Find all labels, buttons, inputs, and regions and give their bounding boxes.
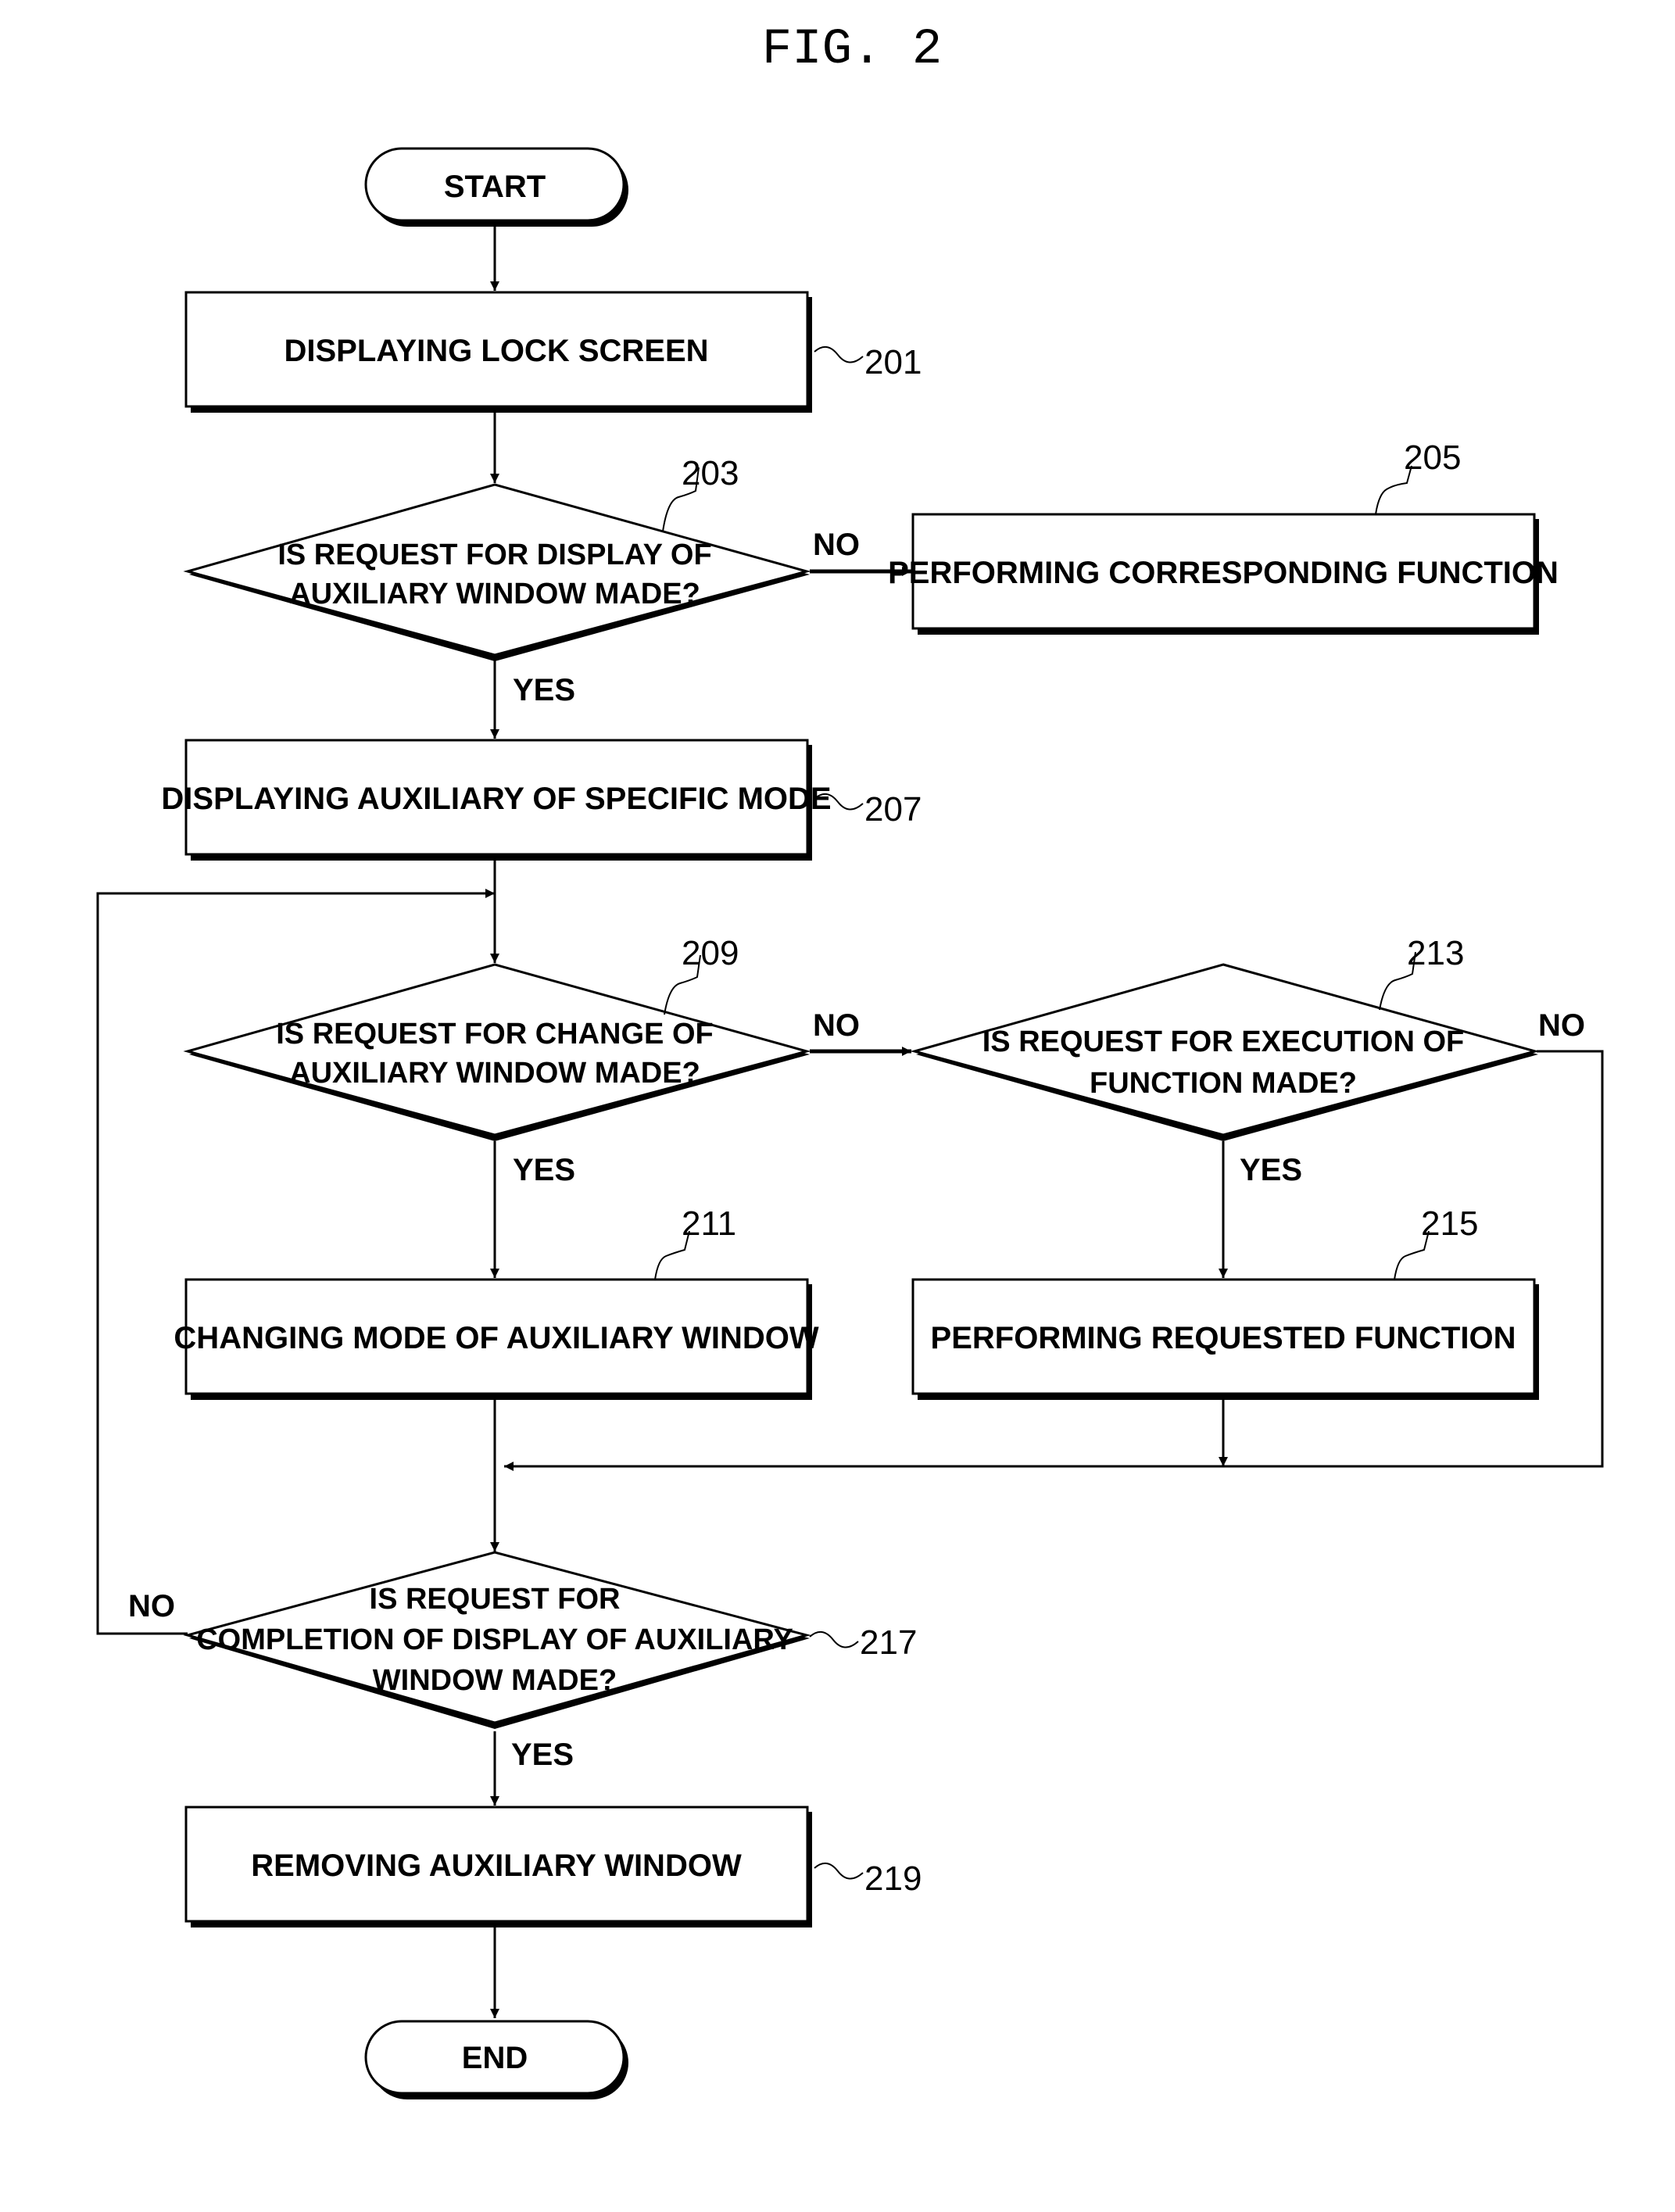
ref-219: 219 [864, 1859, 922, 1898]
decision-203: IS REQUEST FOR DISPLAY OF AUXILIARY WIND… [183, 454, 860, 707]
decision-217: IS REQUEST FOR COMPLETION OF DISPLAY OF … [128, 1551, 917, 1772]
ref-211: 211 [682, 1204, 736, 1243]
decision-217-line1: IS REQUEST FOR [370, 1583, 621, 1616]
flowchart: FIG. 2 START DISPLAYING LOCK SCREEN 201 … [96, 22, 1604, 2099]
process-219-label: REMOVING AUXILIARY WINDOW [251, 1849, 742, 1883]
leader-219 [814, 1863, 864, 1880]
edge-213-no-merge [504, 1050, 1604, 1471]
ref-201: 201 [864, 343, 922, 381]
process-201-label: DISPLAYING LOCK SCREEN [284, 334, 708, 368]
decision-209-line2: AUXILIARY WINDOW MADE? [289, 1057, 700, 1090]
ref-209: 209 [682, 934, 739, 972]
decision-203-no-label: NO [813, 528, 860, 562]
end-terminal: END [364, 2020, 628, 2099]
decision-209-no-label: NO [813, 1008, 860, 1043]
ref-203: 203 [682, 454, 739, 492]
process-205-label: PERFORMING CORRESPONDING FUNCTION [888, 556, 1559, 590]
start-label: START [444, 170, 546, 204]
decision-213-yes-label: YES [1240, 1153, 1302, 1187]
decision-213: IS REQUEST FOR EXECUTION OF FUNCTION MAD… [910, 934, 1585, 1187]
process-215-label: PERFORMING REQUESTED FUNCTION [931, 1321, 1516, 1355]
decision-203-line1: IS REQUEST FOR DISPLAY OF [277, 539, 711, 571]
decision-209-yes-label: YES [513, 1153, 575, 1187]
decision-203-yes-label: YES [513, 673, 575, 707]
decision-217-line2: COMPLETION OF DISPLAY OF AUXILIARY [196, 1623, 793, 1656]
end-label: END [462, 2041, 528, 2075]
ref-205: 205 [1404, 438, 1461, 477]
decision-209: IS REQUEST FOR CHANGE OF AUXILIARY WINDO… [183, 934, 860, 1187]
process-205: PERFORMING CORRESPONDING FUNCTION 205 [888, 438, 1559, 635]
figure-title: FIG. 2 [762, 22, 942, 78]
decision-213-no-label: NO [1538, 1008, 1585, 1043]
ref-215: 215 [1421, 1204, 1478, 1243]
process-211-label: CHANGING MODE OF AUXILIARY WINDOW [174, 1321, 818, 1355]
process-201: DISPLAYING LOCK SCREEN 201 [184, 291, 922, 413]
start-terminal: START [364, 147, 628, 227]
connectors [96, 227, 1604, 2018]
process-211: CHANGING MODE OF AUXILIARY WINDOW 211 [174, 1204, 819, 1400]
process-215: PERFORMING REQUESTED FUNCTION 215 [911, 1204, 1539, 1400]
ref-213: 213 [1407, 934, 1464, 972]
leader-217 [809, 1631, 859, 1648]
decision-209-line1: IS REQUEST FOR CHANGE OF [276, 1018, 713, 1051]
decision-213-line1: IS REQUEST FOR EXECUTION OF [982, 1025, 1465, 1058]
decision-217-no-label: NO [128, 1589, 175, 1623]
ref-207: 207 [864, 790, 922, 829]
process-219: REMOVING AUXILIARY WINDOW 219 [184, 1806, 922, 1927]
process-207-label: DISPLAYING AUXILIARY OF SPECIFIC MODE [161, 782, 831, 816]
leader-201 [814, 346, 864, 363]
decision-217-line3: WINDOW MADE? [373, 1664, 617, 1697]
process-207: DISPLAYING AUXILIARY OF SPECIFIC MODE 20… [161, 739, 922, 861]
decision-217-yes-label: YES [511, 1738, 574, 1772]
decision-203-line2: AUXILIARY WINDOW MADE? [289, 578, 700, 610]
ref-217: 217 [860, 1623, 917, 1662]
decision-213-line2: FUNCTION MADE? [1090, 1067, 1357, 1100]
